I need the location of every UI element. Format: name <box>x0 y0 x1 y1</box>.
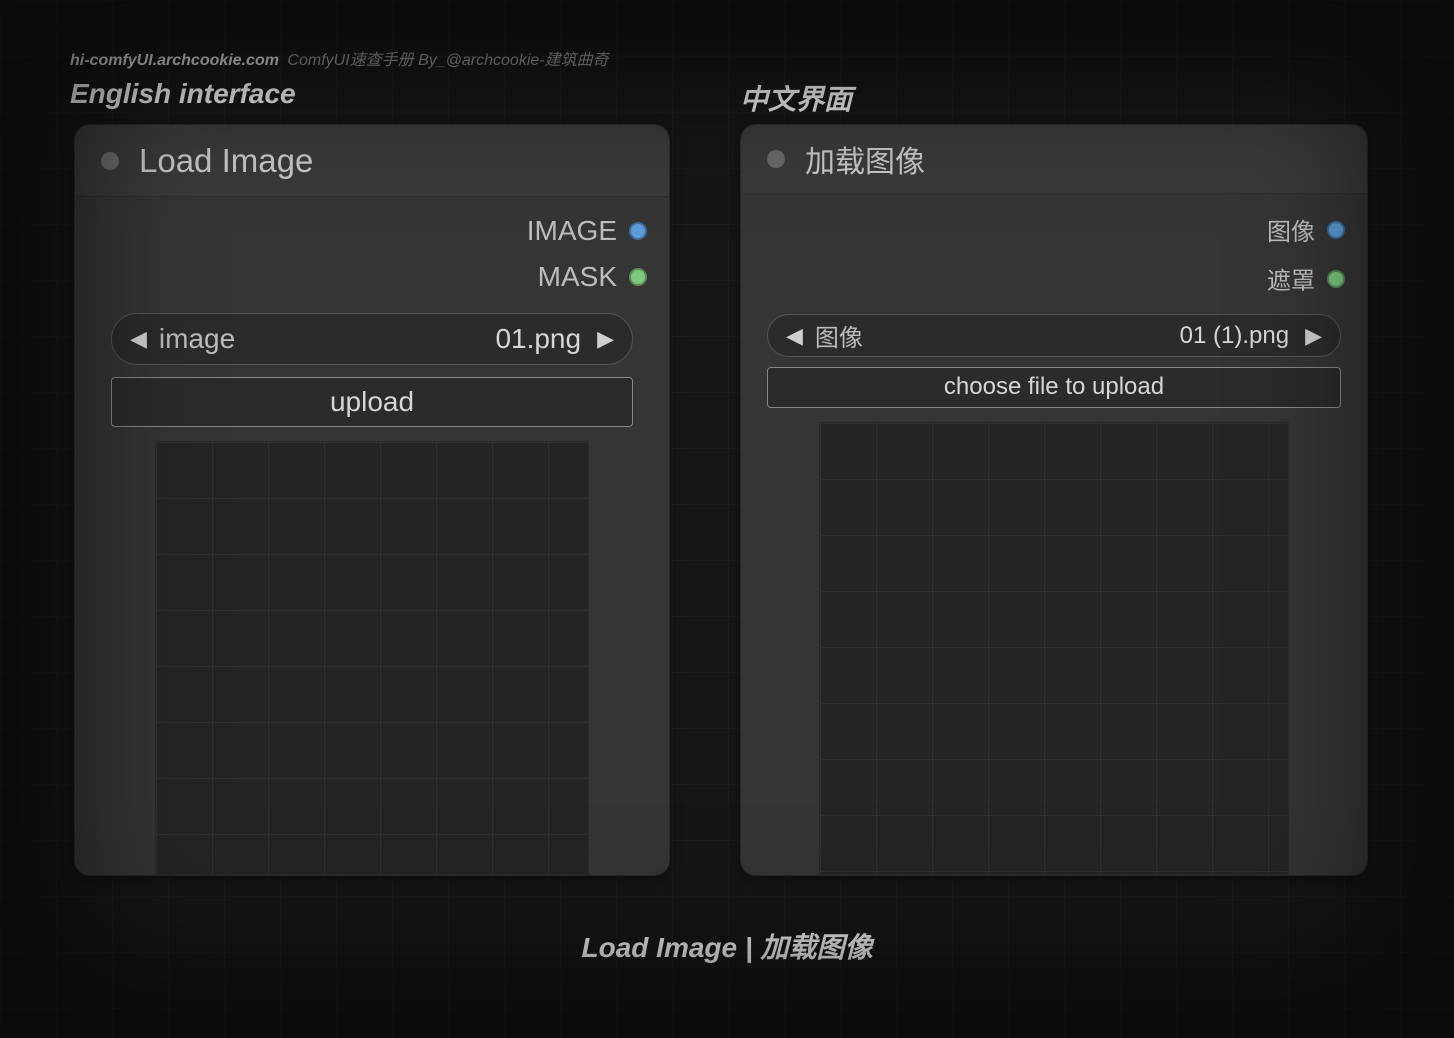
node-header[interactable]: 加载图像 <box>741 125 1367 194</box>
port-dot-image-icon[interactable] <box>629 222 647 240</box>
node-title: Load Image <box>139 142 313 180</box>
output-image[interactable]: 图像 <box>1267 212 1345 247</box>
header-credit: hi-comfyUI.archcookie.com ComfyUI速查手册 By… <box>70 46 609 70</box>
credit-byline: ComfyUI速查手册 By_@archcookie-建筑曲奇 <box>287 52 608 69</box>
port-dot-mask-icon[interactable] <box>1327 270 1345 288</box>
upload-button-label: choose file to upload <box>944 373 1164 401</box>
image-preview[interactable] <box>155 441 589 875</box>
output-image[interactable]: IMAGE <box>527 215 647 247</box>
selector-value: 01 (1).png <box>1180 322 1289 350</box>
upload-button-label: upload <box>330 386 414 418</box>
collapse-dot-icon[interactable] <box>767 150 785 168</box>
upload-button[interactable]: upload <box>111 377 633 427</box>
upload-button[interactable]: choose file to upload <box>767 367 1341 408</box>
arrow-right-icon[interactable]: ▶ <box>593 326 618 352</box>
arrow-left-icon[interactable]: ◀ <box>126 326 151 352</box>
node-outputs: 图像 遮罩 <box>741 194 1367 306</box>
selector-label: 图像 <box>815 318 863 353</box>
figure-caption: Load Image | 加载图像 <box>0 926 1454 966</box>
image-selector[interactable]: ◀ image 01.png ▶ <box>111 313 633 365</box>
port-dot-image-icon[interactable] <box>1327 221 1345 239</box>
credit-domain: hi-comfyUI.archcookie.com <box>70 52 279 69</box>
output-mask-label: 遮罩 <box>1267 261 1315 296</box>
port-dot-mask-icon[interactable] <box>629 268 647 286</box>
arrow-right-icon[interactable]: ▶ <box>1301 323 1326 349</box>
output-image-label: 图像 <box>1267 212 1315 247</box>
image-preview[interactable] <box>819 422 1289 875</box>
output-image-label: IMAGE <box>527 215 617 247</box>
section-label-english: English interface <box>70 78 296 110</box>
output-mask[interactable]: 遮罩 <box>1267 261 1345 296</box>
output-mask-label: MASK <box>538 261 617 293</box>
node-title: 加载图像 <box>805 137 925 181</box>
node-header[interactable]: Load Image <box>75 125 669 197</box>
load-image-node-cn[interactable]: 加载图像 图像 遮罩 ◀ 图像 01 (1).png ▶ choose file… <box>740 124 1368 876</box>
image-selector[interactable]: ◀ 图像 01 (1).png ▶ <box>767 314 1341 357</box>
selector-label: image <box>159 323 235 355</box>
selector-value: 01.png <box>495 323 581 355</box>
node-outputs: IMAGE MASK <box>75 197 669 303</box>
arrow-left-icon[interactable]: ◀ <box>782 323 807 349</box>
load-image-node-en[interactable]: Load Image IMAGE MASK ◀ image 01.png ▶ u… <box>74 124 670 876</box>
section-label-chinese: 中文界面 <box>740 78 852 118</box>
output-mask[interactable]: MASK <box>538 261 647 293</box>
collapse-dot-icon[interactable] <box>101 152 119 170</box>
